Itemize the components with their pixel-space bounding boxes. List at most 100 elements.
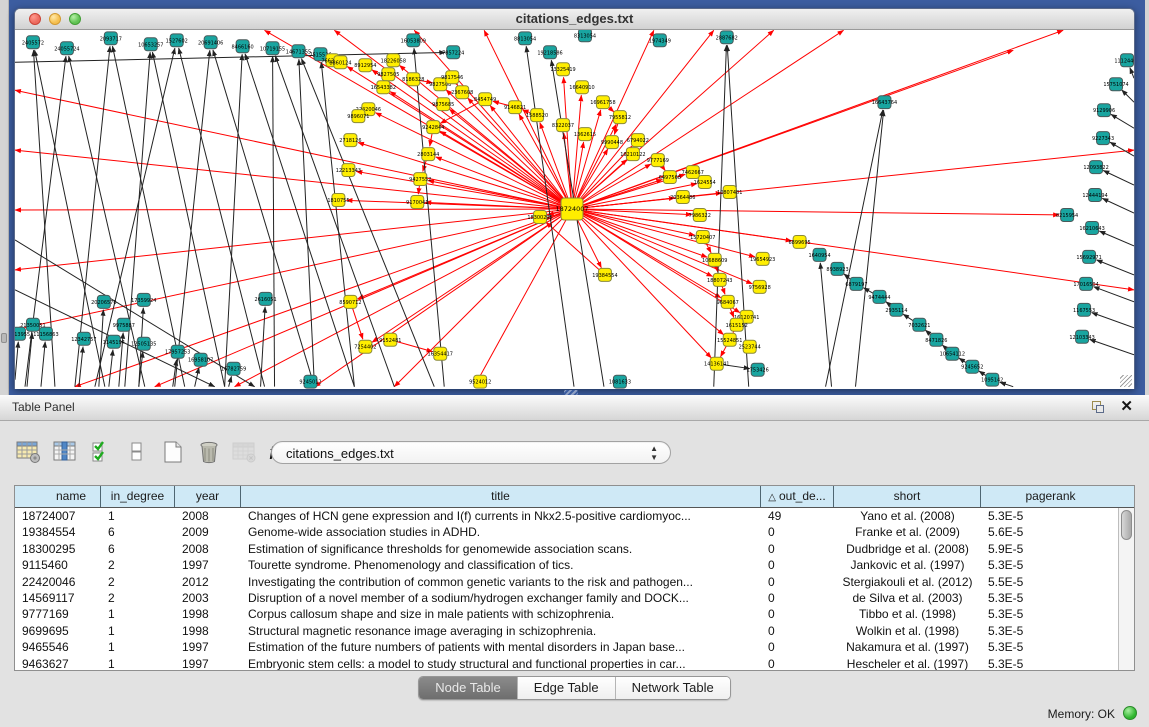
svg-text:8454749: 8454749 bbox=[474, 97, 496, 103]
svg-text:8590712: 8590712 bbox=[339, 300, 361, 306]
svg-text:15720407: 15720407 bbox=[690, 235, 715, 241]
svg-text:1810755: 1810755 bbox=[327, 198, 349, 204]
svg-text:1615152: 1615152 bbox=[726, 323, 748, 329]
svg-text:2718126: 2718126 bbox=[339, 138, 361, 144]
svg-text:1527602: 1527602 bbox=[166, 38, 188, 44]
svg-text:8313054: 8313054 bbox=[574, 33, 596, 39]
new-column-icon[interactable] bbox=[158, 438, 188, 466]
table-cell: 5.6E-5 bbox=[981, 524, 1120, 540]
network-table-select-value: citations_edges.txt bbox=[286, 446, 394, 461]
scrollbar-thumb[interactable] bbox=[1121, 510, 1132, 540]
network-canvas[interactable]: 2405572240557242093717106532571527602206… bbox=[15, 30, 1134, 389]
node-table: namein_degreeyeartitle△out_de...shortpag… bbox=[14, 485, 1135, 671]
table-cell: 0 bbox=[761, 524, 834, 540]
table-row[interactable]: 1938455462009Genome-wide association stu… bbox=[15, 524, 1118, 540]
svg-text:19218586: 19218586 bbox=[537, 50, 562, 56]
svg-text:19384554: 19384554 bbox=[592, 273, 617, 279]
tab-node-table[interactable]: Node Table bbox=[419, 677, 518, 699]
svg-text:9152481: 9152481 bbox=[379, 338, 401, 344]
sort-ascending-icon: △ bbox=[768, 492, 776, 503]
svg-text:8938923: 8938923 bbox=[826, 267, 848, 273]
svg-text:14136141: 14136141 bbox=[704, 362, 729, 368]
vertical-scrollbar[interactable] bbox=[1118, 508, 1134, 670]
table-cell: 0 bbox=[761, 590, 834, 606]
column-header-name[interactable]: name bbox=[15, 486, 101, 507]
select-rows-icon[interactable] bbox=[86, 438, 116, 466]
table-row[interactable]: 911546021997Tourette syndrome. Phenomeno… bbox=[15, 557, 1118, 573]
table-cell: Tourette syndrome. Phenomenology and cla… bbox=[241, 557, 761, 573]
table-cell: 2 bbox=[101, 557, 175, 573]
table-cell: 18724007 bbox=[15, 508, 101, 524]
svg-text:16210122: 16210122 bbox=[620, 152, 645, 158]
window-resize-grip[interactable] bbox=[1120, 375, 1132, 387]
rows-icon[interactable] bbox=[122, 438, 152, 466]
svg-text:11156863: 11156863 bbox=[33, 332, 58, 338]
table-row[interactable]: 946362711997Embryonic stem cells: a mode… bbox=[15, 656, 1118, 671]
network-graph[interactable]: 2405572240557242093717106532571527602206… bbox=[15, 30, 1134, 389]
table-cell: 1997 bbox=[175, 656, 241, 671]
zoom-window-button[interactable] bbox=[69, 13, 81, 25]
delete-column-icon[interactable] bbox=[194, 438, 224, 466]
show-columns-icon[interactable] bbox=[50, 438, 80, 466]
svg-text:20691406: 20691406 bbox=[198, 40, 223, 46]
table-cell: 2008 bbox=[175, 541, 241, 557]
table-cell: 9465546 bbox=[15, 639, 101, 655]
column-header-in-degree[interactable]: in_degree bbox=[101, 486, 175, 507]
network-window-titlebar[interactable]: citations_edges.txt bbox=[15, 9, 1134, 30]
column-header-short[interactable]: short bbox=[834, 486, 981, 507]
table-row[interactable]: 1830029562008Estimation of significance … bbox=[15, 541, 1118, 557]
table-cell: 1 bbox=[101, 639, 175, 655]
table-row[interactable]: 1456911722003Disruption of a novel membe… bbox=[15, 590, 1118, 606]
svg-text:9146821: 9146821 bbox=[504, 105, 526, 111]
table-row[interactable]: 977716911998Corpus callosum shape and si… bbox=[15, 606, 1118, 622]
column-header-title[interactable]: title bbox=[241, 486, 761, 507]
network-table-select[interactable]: citations_edges.txt ▲▼ bbox=[271, 441, 671, 464]
table-cell: Changes of HCN gene expression and I(f) … bbox=[241, 508, 761, 524]
table-cell: 1997 bbox=[175, 557, 241, 573]
svg-text:8466160: 8466160 bbox=[231, 44, 253, 50]
svg-text:9684067: 9684067 bbox=[717, 300, 739, 306]
table-cell: de Silva et al. (2003) bbox=[834, 590, 981, 606]
svg-text:10688609: 10688609 bbox=[702, 258, 727, 264]
table-cell: Structural magnetic resonance image aver… bbox=[241, 623, 761, 639]
network-view-window: citations_edges.txt 24055722405572420937… bbox=[14, 8, 1135, 389]
table-row[interactable]: 946554611997Estimation of the future num… bbox=[15, 639, 1118, 655]
close-window-button[interactable] bbox=[29, 13, 41, 25]
table-cell: 5.3E-5 bbox=[981, 557, 1120, 573]
tab-edge-table[interactable]: Edge Table bbox=[518, 677, 616, 699]
svg-text:8912954: 8912954 bbox=[354, 63, 376, 69]
combo-arrows-icon: ▲▼ bbox=[650, 444, 658, 462]
rail-handle[interactable] bbox=[1, 333, 7, 343]
table-cell: 0 bbox=[761, 541, 834, 557]
table-cell: 1 bbox=[101, 606, 175, 622]
tab-network-table[interactable]: Network Table bbox=[616, 677, 730, 699]
svg-text:1167553: 1167553 bbox=[1073, 308, 1095, 314]
svg-text:15692971: 15692971 bbox=[1076, 255, 1101, 261]
svg-text:9245652: 9245652 bbox=[961, 365, 983, 371]
table-options-icon[interactable] bbox=[14, 438, 44, 466]
column-header-year[interactable]: year bbox=[175, 486, 241, 507]
svg-text:17359924: 17359924 bbox=[131, 298, 156, 304]
close-panel-icon[interactable]: ✕ bbox=[1120, 397, 1133, 415]
table-cell: 6 bbox=[101, 524, 175, 540]
float-panel-icon[interactable] bbox=[1092, 401, 1105, 414]
svg-text:18724007: 18724007 bbox=[556, 205, 589, 213]
table-row[interactable]: 969969511998Structural magnetic resonanc… bbox=[15, 623, 1118, 639]
table-row[interactable]: 1872400712008Changes of HCN gene express… bbox=[15, 508, 1118, 524]
memory-status-label: Memory: OK bbox=[1048, 707, 1115, 721]
table-cell: Jankovic et al. (1997) bbox=[834, 557, 981, 573]
table-cell: Disruption of a novel member of a sodium… bbox=[241, 590, 761, 606]
svg-text:7986322: 7986322 bbox=[689, 213, 711, 219]
svg-text:9875685: 9875685 bbox=[432, 102, 454, 108]
minimize-window-button[interactable] bbox=[49, 13, 61, 25]
svg-text:17016504: 17016504 bbox=[1073, 282, 1098, 288]
left-rail bbox=[0, 0, 9, 395]
svg-text:6794022: 6794022 bbox=[627, 138, 649, 144]
column-header-pagerank[interactable]: pagerank bbox=[981, 486, 1120, 507]
svg-text:1145194: 1145194 bbox=[103, 340, 125, 346]
column-header-out-de-[interactable]: △out_de... bbox=[761, 486, 834, 507]
svg-text:20206576: 20206576 bbox=[91, 300, 116, 306]
table-row[interactable]: 2242004622012Investigating the contribut… bbox=[15, 574, 1118, 590]
svg-text:10653257: 10653257 bbox=[138, 42, 163, 48]
table-cell: 14569117 bbox=[15, 590, 101, 606]
